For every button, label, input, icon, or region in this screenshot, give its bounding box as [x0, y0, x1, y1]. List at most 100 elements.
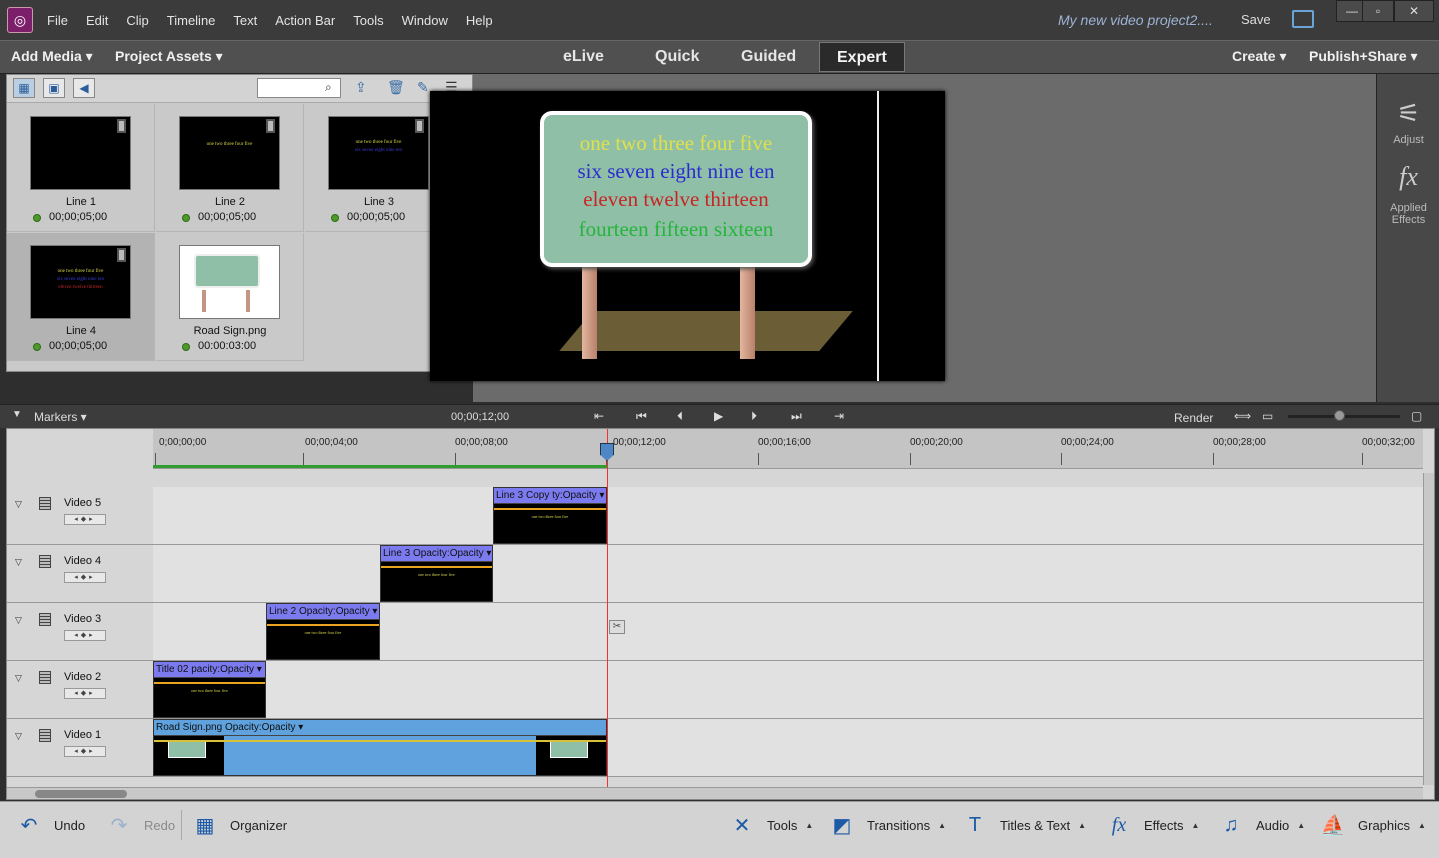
asset-tile-line-2[interactable]: one two three four five Line 2 00;00;05;…: [156, 104, 304, 232]
tab-guided[interactable]: Guided: [724, 42, 813, 72]
work-area-bar: [153, 465, 607, 468]
track-lane-video-2[interactable]: Title 02 pacity:Opacity ▾ one two three …: [153, 661, 1423, 719]
video-filter-icon[interactable]: ▦: [13, 78, 35, 98]
track-lane-video-1[interactable]: Road Sign.png Opacity:Opacity ▾: [153, 719, 1423, 777]
fx-icon[interactable]: fx: [1377, 162, 1439, 192]
scroll-thumb[interactable]: [35, 790, 127, 798]
menu-edit[interactable]: Edit: [86, 13, 108, 28]
timeline-vertical-scrollbar[interactable]: [1423, 473, 1434, 785]
fit-icon[interactable]: ⟺: [1234, 409, 1251, 423]
menu-tools[interactable]: Tools: [353, 13, 383, 28]
menu-action-bar[interactable]: Action Bar: [275, 13, 335, 28]
asset-tile-line-1[interactable]: Line 1 00;00;05;00: [7, 104, 155, 232]
maximize-icon[interactable]: ▫: [1362, 0, 1394, 22]
app-logo-icon[interactable]: ◎: [7, 7, 33, 33]
adjust-icon[interactable]: ⚟: [1377, 98, 1439, 129]
menu-clip[interactable]: Clip: [126, 13, 148, 28]
keyframe-nav[interactable]: ◂◆▸: [64, 630, 106, 641]
clip-title-02[interactable]: Title 02 pacity:Opacity ▾ one two three …: [153, 661, 266, 718]
redo-button[interactable]: ↷ Redo: [106, 812, 175, 838]
ruler-tick: [1213, 453, 1214, 465]
publish-share-button[interactable]: Publish+Share ▾: [1309, 48, 1418, 65]
fullscreen-icon[interactable]: [1292, 10, 1314, 28]
zoom-in-icon[interactable]: ▢: [1411, 409, 1422, 423]
asset-tile-line-4[interactable]: one two three four five six seven eight …: [7, 233, 155, 361]
track-header-video-2: ▽ Video 2 ◂◆▸: [7, 661, 153, 719]
search-icon[interactable]: ⌕: [325, 80, 332, 95]
create-button[interactable]: Create ▾: [1232, 48, 1287, 65]
add-media-button[interactable]: Add Media ▾: [11, 48, 93, 65]
scissors-icon[interactable]: ✂: [609, 620, 625, 634]
adjust-label[interactable]: Adjust: [1377, 134, 1439, 146]
menu-window[interactable]: Window: [402, 13, 448, 28]
menu-file[interactable]: File: [47, 13, 68, 28]
timeline-panel: 0;00;00;00 00;00;04;00 00;00;08;00 00;00…: [6, 428, 1435, 800]
audio-filter-icon[interactable]: ◀: [73, 78, 95, 98]
undo-button[interactable]: ↶ Undo: [16, 812, 85, 838]
expand-triangle-icon[interactable]: ▽: [15, 615, 22, 626]
clip-line-3[interactable]: Line 3 Opacity:Opacity ▾ one two three f…: [380, 545, 493, 602]
preview-monitor[interactable]: one two three four five six seven eight …: [430, 91, 945, 381]
expand-triangle-icon[interactable]: ▽: [15, 499, 22, 510]
ruler-tick: [455, 453, 456, 465]
asset-tile-road-sign[interactable]: Road Sign.png 00:00:03:00: [156, 233, 304, 361]
sign-line-4: fourteen fifteen sixteen: [578, 217, 774, 241]
play-icon[interactable]: ▶: [714, 409, 723, 423]
effects-button[interactable]: fx Effects ▲: [1106, 812, 1200, 838]
asset-thumbnail: one two three four five: [179, 116, 280, 190]
keyframe-nav[interactable]: ◂◆▸: [64, 572, 106, 583]
new-folder-icon[interactable]: ⇪: [355, 79, 367, 96]
tools-button[interactable]: ✕ Tools ▲: [729, 812, 814, 838]
menu-text[interactable]: Text: [233, 13, 257, 28]
clip-road-sign[interactable]: Road Sign.png Opacity:Opacity ▾: [153, 719, 607, 776]
track-lane-video-5[interactable]: Line 3 Copy ty:Opacity ▾ one two three f…: [153, 487, 1423, 545]
keyframe-nav[interactable]: ◂◆▸: [64, 514, 106, 525]
graphics-button[interactable]: ⛵ Graphics ▲: [1320, 812, 1426, 838]
thumb-line: one two three four five: [355, 140, 402, 145]
tab-elive[interactable]: eLive: [546, 42, 621, 72]
pin-icon[interactable]: ✎: [417, 79, 429, 96]
go-to-beginning-icon[interactable]: ⏮: [636, 409, 647, 424]
clip-line-2[interactable]: Line 2 Opacity:Opacity ▾ one two three f…: [266, 603, 380, 660]
clip-preview-text: one two three four five: [191, 688, 228, 693]
expand-triangle-icon[interactable]: ▽: [15, 731, 22, 742]
titles-text-button[interactable]: T Titles & Text ▲: [962, 812, 1086, 838]
timeline-horizontal-scrollbar[interactable]: [7, 787, 1423, 799]
track-lane-video-4[interactable]: Line 3 Opacity:Opacity ▾ one two three f…: [153, 545, 1423, 603]
thumb-line: one two three four five: [206, 142, 253, 147]
collapse-icon[interactable]: ▼: [12, 409, 22, 420]
keyframe-nav[interactable]: ◂◆▸: [64, 746, 106, 757]
markers-dropdown[interactable]: Markers ▾: [34, 410, 87, 424]
go-to-end-marker-icon[interactable]: ⇥: [834, 409, 844, 423]
go-to-start-marker-icon[interactable]: ⇤: [594, 409, 604, 423]
clip-line-3-copy[interactable]: Line 3 Copy ty:Opacity ▾ one two three f…: [493, 487, 607, 544]
audio-button[interactable]: ♫ Audio ▲: [1218, 812, 1306, 838]
fx-icon: fx: [1111, 813, 1127, 836]
zoom-slider-thumb[interactable]: [1334, 410, 1345, 421]
ruler-tick: [1362, 453, 1363, 465]
keyframe-nav[interactable]: ◂◆▸: [64, 688, 106, 699]
zoom-out-icon[interactable]: ▭: [1262, 409, 1273, 423]
expand-triangle-icon[interactable]: ▽: [15, 673, 22, 684]
tab-quick[interactable]: Quick: [638, 42, 716, 72]
image-filter-icon[interactable]: ▣: [43, 78, 65, 98]
save-button[interactable]: Save: [1241, 12, 1271, 27]
render-button[interactable]: Render: [1174, 411, 1213, 425]
asset-duration: 00;00;05;00: [49, 340, 108, 352]
delete-icon[interactable]: 🗑: [387, 79, 405, 96]
organizer-button[interactable]: ▦ Organizer: [192, 812, 288, 838]
expand-triangle-icon[interactable]: ▽: [15, 557, 22, 568]
mode-bar: Add Media ▾ Project Assets ▾ eLive Quick…: [0, 40, 1439, 74]
menu-timeline[interactable]: Timeline: [167, 13, 216, 28]
close-icon[interactable]: ✕: [1394, 0, 1434, 22]
go-to-end-icon[interactable]: ⏭: [791, 409, 802, 424]
step-back-icon[interactable]: ⏴: [677, 409, 683, 424]
track-lane-video-3[interactable]: Line 2 Opacity:Opacity ▾ one two three f…: [153, 603, 1423, 661]
tab-expert[interactable]: Expert: [819, 42, 905, 72]
menu-help[interactable]: Help: [466, 13, 493, 28]
transitions-button[interactable]: ◩ Transitions ▲: [829, 812, 946, 838]
time-ruler[interactable]: 0;00;00;00 00;00;04;00 00;00;08;00 00;00…: [153, 429, 1423, 469]
applied-effects-label[interactable]: Applied Effects: [1377, 202, 1439, 226]
step-forward-icon[interactable]: ⏵: [751, 409, 757, 424]
project-assets-button[interactable]: Project Assets ▾: [115, 48, 223, 65]
